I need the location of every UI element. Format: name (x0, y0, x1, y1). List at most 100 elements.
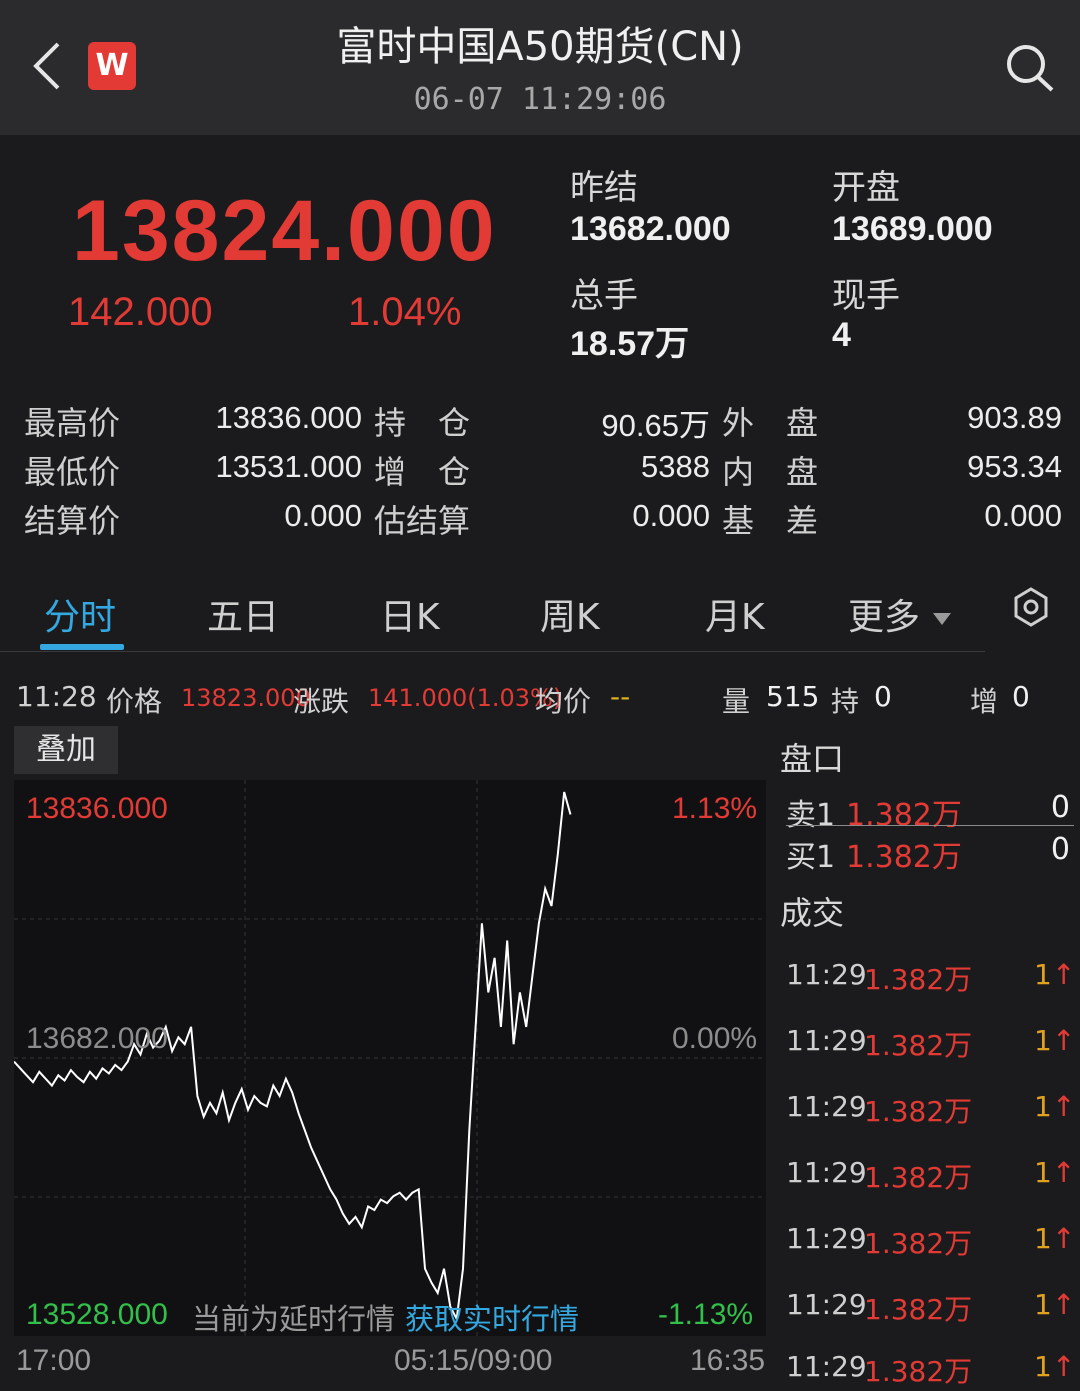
up-arrow-icon: ↑ (1052, 1090, 1076, 1123)
trade-row: 11:29 1.382万 1 ↑ (786, 1024, 1076, 1064)
y-axis-bottom-label: 13528.000 (26, 1298, 168, 1331)
ask-volume: 0 (1050, 790, 1070, 825)
price-change-pct: 1.04% (348, 290, 462, 334)
up-arrow-icon: ↑ (1052, 1222, 1076, 1255)
delay-notice: 当前为延时行情 (192, 1302, 396, 1336)
settings-gear-icon[interactable] (1010, 586, 1052, 628)
trade-price: 1.382万 (864, 1355, 973, 1388)
volume-value: 18.57万 (570, 325, 690, 363)
trade-volume: 1 (1034, 958, 1052, 991)
info-change: 141.000(1.03%) (368, 684, 563, 712)
prev-settle-value: 13682.000 (570, 210, 731, 248)
overlay-button[interactable]: 叠加 (14, 726, 118, 774)
up-arrow-icon: ↑ (1052, 1288, 1076, 1321)
pct-axis-mid-label: 0.00% (672, 1022, 758, 1055)
est-settle-label: 估结算 (374, 502, 471, 540)
price-change: 142.000 (68, 290, 213, 334)
trade-volume: 1 (1034, 1156, 1052, 1189)
ask-price: 1.382万 (846, 798, 962, 833)
trade-price: 1.382万 (864, 1293, 973, 1326)
info-time: 11:28 (16, 680, 97, 713)
last-volume-value: 4 (832, 316, 851, 354)
bid-row: 买1 1.382万 0 (786, 832, 1070, 875)
trade-row: 11:29 1.382万 1 ↑ (786, 1156, 1076, 1196)
trade-volume: 1 (1034, 1090, 1052, 1123)
bid-price: 1.382万 (846, 840, 962, 875)
up-arrow-icon: ↑ (1052, 958, 1076, 991)
trade-volume: 1 (1034, 1024, 1052, 1057)
tab-more-label: 更多 (848, 597, 921, 638)
info-avg: -- (610, 680, 631, 713)
trade-time: 11:29 (786, 1156, 867, 1189)
outer-label: 外 盘 (722, 404, 819, 442)
trade-price: 1.382万 (864, 963, 973, 996)
pct-axis-top-label: 1.13% (672, 792, 758, 825)
settle-label: 结算价 (24, 502, 121, 540)
time-axis-mid: 05:15/09:00 (394, 1344, 553, 1377)
trade-row: 11:29 1.382万 1 ↑ (786, 1222, 1076, 1262)
active-tab-indicator (40, 644, 124, 650)
trade-time: 11:29 (786, 1288, 867, 1321)
page-timestamp: 06-07 11:29:06 (413, 82, 667, 117)
trade-time: 11:29 (786, 958, 867, 991)
info-volume: 515 (766, 680, 820, 713)
oi-change-label: 增 仓 (374, 453, 471, 491)
trade-row: 11:29 1.382万 1 ↑ (786, 1350, 1076, 1390)
trade-row: 11:29 1.382万 1 ↑ (786, 958, 1076, 998)
trade-row: 11:29 1.382万 1 ↑ (786, 1288, 1076, 1328)
time-axis-end: 16:35 (690, 1344, 766, 1377)
up-arrow-icon: ↑ (1052, 1024, 1076, 1057)
low-label: 最低价 (24, 453, 121, 491)
volume-label: 总手 (570, 276, 638, 316)
pct-axis-bottom-label: -1.13% (658, 1298, 754, 1331)
y-axis-mid-label: 13682.000 (26, 1022, 168, 1055)
tab-monthly-k[interactable]: 月K (705, 588, 765, 640)
high-value: 13836.000 (215, 400, 362, 435)
ask-label: 卖1 (786, 798, 836, 833)
dropdown-caret-icon (933, 613, 952, 625)
tab-daily-k[interactable]: 日K (380, 588, 440, 640)
trade-price: 1.382万 (864, 1227, 973, 1260)
open-interest-label: 持 仓 (374, 404, 471, 442)
tab-five-day[interactable]: 五日 (207, 588, 279, 640)
info-add: 0 (1012, 680, 1030, 713)
outer-value: 903.89 (967, 400, 1062, 435)
top-bar: W 富时中国A50期货(CN) 06-07 11:29:06 (0, 0, 1080, 135)
trade-volume: 1 (1034, 1222, 1052, 1255)
search-icon[interactable] (1000, 40, 1060, 96)
open-value: 13689.000 (832, 210, 993, 248)
info-avg-label: 均价 (535, 685, 592, 718)
inner-value: 953.34 (967, 449, 1062, 484)
last-volume-label: 现手 (832, 276, 900, 316)
info-price: 13823.000 (181, 684, 311, 712)
tab-more[interactable]: 更多 (848, 588, 953, 640)
trade-volume: 1 (1034, 1350, 1052, 1383)
chart-tab-bar: 分时 五日 日K 周K 月K 更多 (0, 570, 985, 652)
inner-label: 内 盘 (722, 453, 819, 491)
last-price: 13824.000 (72, 183, 497, 279)
trade-price: 1.382万 (864, 1029, 973, 1062)
tab-intraday[interactable]: 分时 (44, 588, 116, 640)
est-settle-value: 0.000 (632, 498, 710, 533)
page-title: 富时中国A50期货(CN) (336, 24, 744, 70)
open-label: 开盘 (832, 168, 900, 208)
time-axis-start: 17:00 (16, 1344, 92, 1377)
trade-price: 1.382万 (864, 1095, 973, 1128)
orderbook-title: 盘口 (780, 740, 845, 778)
basis-label: 基 差 (722, 502, 819, 540)
settle-value: 0.000 (284, 498, 362, 533)
trade-time: 11:29 (786, 1024, 867, 1057)
info-change-label: 涨跌 (293, 685, 350, 718)
ask-row: 卖1 1.382万 0 (786, 790, 1070, 833)
trade-time: 11:29 (786, 1090, 867, 1123)
bid-label: 买1 (786, 840, 836, 875)
info-add-label: 增 (970, 685, 999, 718)
intraday-chart[interactable] (14, 780, 766, 1336)
tab-weekly-k[interactable]: 周K (540, 588, 600, 640)
realtime-quote-link[interactable]: 获取实时行情 (405, 1296, 579, 1338)
y-axis-top-label: 13836.000 (26, 792, 168, 825)
orderbook-divider (786, 825, 1074, 826)
trades-title: 成交 (780, 894, 845, 932)
low-value: 13531.000 (215, 449, 362, 484)
crosshair-info-row: 11:28 价格 13823.000 涨跌 141.000(1.03%) 均价 … (0, 672, 1080, 722)
